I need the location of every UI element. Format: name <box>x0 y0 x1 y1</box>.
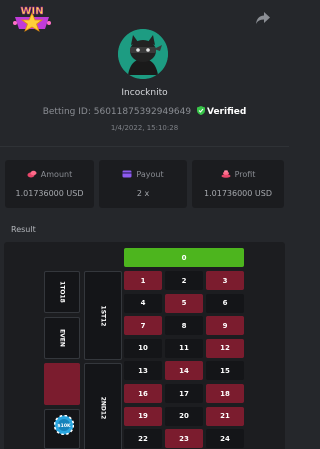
number-cell: 1 <box>124 271 162 290</box>
number-cell: 3 <box>206 271 244 290</box>
number-cell: 13 <box>124 361 162 381</box>
ninja-cat-avatar-icon <box>118 29 168 79</box>
even-bet-label: EVEN <box>58 329 66 347</box>
number-cell: 11 <box>165 338 203 358</box>
number-cell: 16 <box>124 384 162 403</box>
number-cell: 20 <box>165 406 203 426</box>
amount-header: Amount <box>5 170 94 179</box>
number-cell: 14 <box>165 361 203 381</box>
card-icon <box>122 170 132 178</box>
number-cell: 19 <box>124 406 162 426</box>
avatar <box>118 29 168 79</box>
chip-icon: $10K <box>54 415 74 435</box>
amount-card: Amount 1.01736000 USD <box>5 160 94 208</box>
number-cell: 7 <box>124 316 162 336</box>
bet-datetime: 1/4/2022, 15:10:28 <box>110 124 179 132</box>
number-cell: 2 <box>165 271 203 290</box>
payout-card: Payout 2 x <box>99 160 187 208</box>
bet-details-page: WIN Incocknito Betting ID: 5601187539294… <box>0 0 289 449</box>
profit-card: Profit 1.01736000 USD <box>192 160 284 208</box>
amount-value: 1.01736000 USD <box>15 189 84 198</box>
payout-value: 2 x <box>136 189 150 198</box>
verified-label: Verified <box>206 107 247 117</box>
betting-id-row: Betting ID: 56011875392949649 Verified <box>0 106 289 117</box>
number-cell: 21 <box>206 406 244 426</box>
win-logo-icon: WIN <box>13 6 51 32</box>
profit-header: Profit <box>192 170 284 179</box>
profit-value: 1.01736000 USD <box>204 189 272 198</box>
betting-id-value: 56011875392949649 <box>93 107 192 117</box>
number-cell: 4 <box>124 293 162 313</box>
number-cell: 10 <box>124 338 162 358</box>
profit-coins-icon <box>221 170 231 178</box>
number-cell: 15 <box>206 361 244 381</box>
second-dozen-label: 2ND12 <box>99 396 107 419</box>
number-cell: 22 <box>124 429 162 449</box>
first-dozen-label: 1ST12 <box>99 305 107 326</box>
shield-check-icon <box>196 106 205 115</box>
number-cell: 24 <box>206 429 244 449</box>
betting-id-label: Betting ID: <box>42 107 91 117</box>
svg-text:WIN: WIN <box>20 6 43 17</box>
payout-label: Payout <box>136 170 164 179</box>
number-cell: 17 <box>165 384 203 403</box>
number-cell: 6 <box>206 293 244 313</box>
red-bet <box>44 363 80 405</box>
low-bet: 1TO18 <box>44 271 80 313</box>
number-cell: 5 <box>165 293 203 313</box>
number-cell: 12 <box>206 338 244 358</box>
profit-label: Profit <box>234 170 256 179</box>
result-label: Result <box>11 225 36 234</box>
username: Incocknito <box>121 88 168 98</box>
svg-text:$10K: $10K <box>57 423 71 429</box>
coins-icon <box>27 170 37 178</box>
number-cell: 23 <box>165 429 203 449</box>
divider <box>0 146 289 147</box>
number-cell: 9 <box>206 316 244 336</box>
black-bet: $10K <box>44 409 80 449</box>
first-dozen-bet: 1ST12 <box>84 271 122 360</box>
number-cell: 18 <box>206 384 244 403</box>
payout-header: Payout <box>99 170 187 179</box>
share-icon[interactable] <box>255 11 271 25</box>
low-bet-label: 1TO18 <box>58 281 66 303</box>
amount-label: Amount <box>40 170 73 179</box>
roulette-board: 0 1 2 3 4 5 6 7 8 9 10 11 12 13 14 15 16 17 18 19 20 21 22 23 2… <box>4 242 285 449</box>
second-dozen-bet: 2ND12 <box>84 363 122 449</box>
number-cell: 8 <box>165 316 203 336</box>
zero-cell: 0 <box>124 248 244 267</box>
even-bet: EVEN <box>44 317 80 359</box>
